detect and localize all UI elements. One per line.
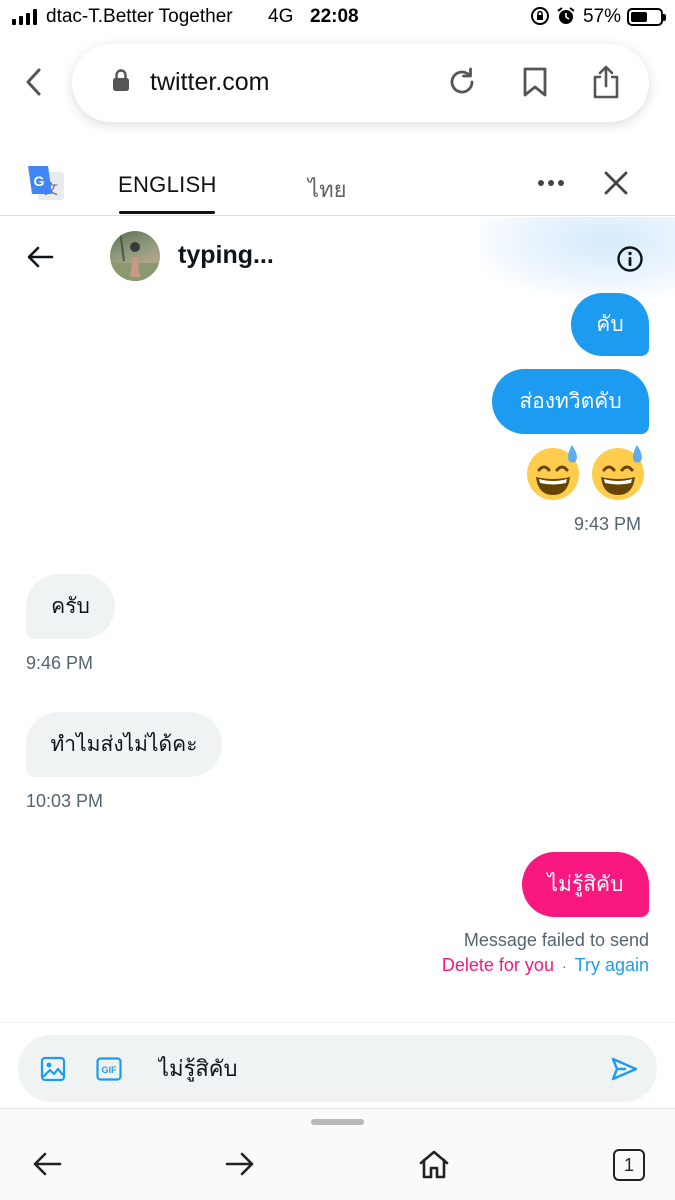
- message-text: ทำไมส่งไม่ได้คะ: [50, 733, 198, 756]
- avatar[interactable]: [110, 231, 160, 281]
- failed-actions: Delete for you · Try again: [442, 955, 649, 976]
- google-translate-logo-icon: 文 G: [28, 166, 64, 200]
- message-timestamp: 10:03 PM: [26, 791, 104, 811]
- forward-arrow-icon[interactable]: [225, 1151, 255, 1177]
- tab-thai[interactable]: ไทย: [308, 172, 346, 207]
- send-icon[interactable]: [610, 1056, 638, 1082]
- try-again-link[interactable]: Try again: [575, 955, 649, 976]
- message-input[interactable]: [158, 1045, 598, 1092]
- lock-icon: [113, 69, 129, 91]
- orientation-lock-icon: [531, 7, 549, 25]
- tab-english[interactable]: ENGLISH: [118, 172, 217, 198]
- conversation-header: typing...: [0, 217, 675, 297]
- back-arrow-icon[interactable]: [26, 245, 54, 269]
- failed-message[interactable]: ไม่รู้สิคับ: [522, 852, 649, 917]
- received-message[interactable]: ทำไมส่งไม่ได้คะ: [26, 712, 222, 777]
- message-text: คับ: [596, 313, 624, 336]
- url-text[interactable]: twitter.com: [150, 68, 269, 97]
- alarm-icon: [557, 7, 575, 24]
- toolbar-grabber[interactable]: [311, 1119, 364, 1125]
- failed-notice: Message failed to send: [463, 930, 649, 950]
- composer-divider: [0, 1022, 675, 1023]
- share-icon[interactable]: [591, 64, 621, 100]
- gif-icon[interactable]: GIF: [96, 1057, 122, 1081]
- conversation-name[interactable]: typing...: [178, 241, 274, 270]
- info-icon[interactable]: [616, 245, 644, 273]
- status-time: 22:08: [310, 6, 359, 27]
- received-message[interactable]: ครับ: [26, 574, 115, 639]
- network-type: 4G: [268, 6, 294, 27]
- message-text: ส่องทวิตคับ: [519, 390, 622, 413]
- tab-english-underline: [119, 211, 215, 214]
- grinning-sweat-emoji-icon[interactable]: [524, 443, 582, 501]
- battery-percent: 57%: [583, 6, 622, 27]
- back-arrow-icon[interactable]: [32, 1151, 62, 1177]
- message-text: ครับ: [51, 595, 90, 618]
- message-text: ไม่รู้สิคับ: [547, 873, 624, 896]
- browser-toolbar: 1: [0, 1108, 675, 1200]
- svg-text:GIF: GIF: [102, 1065, 118, 1075]
- status-bar: dtac-T.Better Together 4G 22:08 57%: [0, 0, 675, 34]
- delete-for-you-link[interactable]: Delete for you: [442, 955, 554, 976]
- carrier-name: dtac-T.Better Together: [46, 6, 233, 27]
- browser-back-chevron-icon[interactable]: [22, 66, 46, 98]
- reload-icon[interactable]: [446, 66, 478, 98]
- tab-count: 1: [623, 1154, 634, 1175]
- message-timestamp: 9:43 PM: [574, 514, 642, 534]
- home-icon[interactable]: [418, 1149, 450, 1179]
- signal-strength-icon: [12, 9, 37, 25]
- battery-icon: [627, 8, 666, 26]
- bookmark-icon[interactable]: [522, 66, 548, 98]
- svg-text:G: G: [34, 173, 45, 189]
- tabs-button[interactable]: 1: [613, 1149, 645, 1181]
- grinning-sweat-emoji-icon[interactable]: [589, 443, 647, 501]
- translate-bar: 文 G ENGLISH ไทย: [0, 150, 675, 216]
- separator-dot: ·: [561, 957, 567, 974]
- message-composer: GIF: [18, 1035, 657, 1102]
- battery-fill: [631, 12, 647, 22]
- message-timestamp: 9:46 PM: [26, 653, 94, 673]
- media-icon[interactable]: [40, 1056, 66, 1082]
- sent-message[interactable]: ส่องทวิตคับ: [492, 369, 649, 434]
- header-highlight: [480, 217, 675, 297]
- avatar-photo-icon: [110, 231, 160, 281]
- address-bar[interactable]: twitter.com: [72, 44, 649, 122]
- sent-message[interactable]: คับ: [571, 293, 649, 356]
- close-translate-icon[interactable]: [603, 170, 629, 196]
- more-options-icon[interactable]: [536, 178, 566, 188]
